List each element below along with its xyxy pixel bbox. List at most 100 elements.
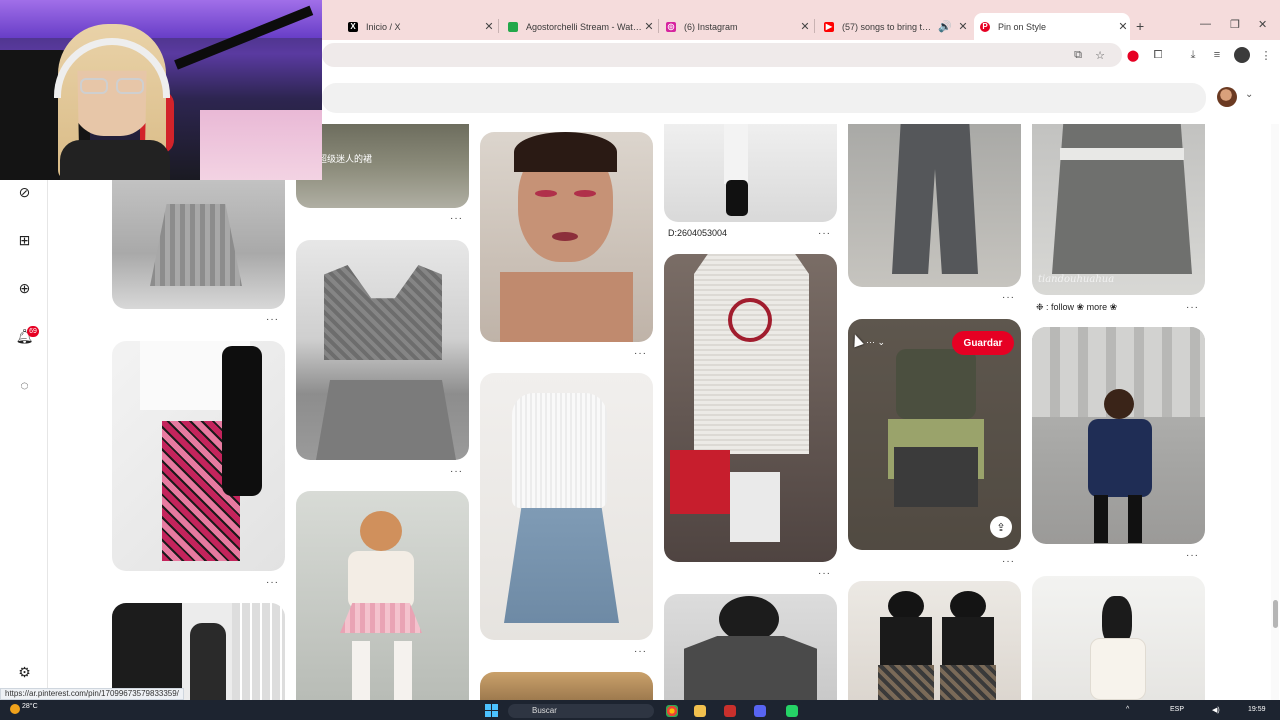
pin-platform-shoes[interactable]: [664, 124, 837, 222]
pin-street-outfit[interactable]: [112, 603, 285, 700]
speaker-icon[interactable]: 🔊: [934, 20, 956, 33]
obs-app-icon[interactable]: [724, 705, 736, 717]
pin-more-options-icon[interactable]: ···: [634, 646, 647, 657]
settings-gear-icon[interactable]: ⚙: [16, 664, 33, 681]
browser-menu-icon[interactable]: ⋮: [1258, 47, 1274, 63]
close-icon[interactable]: ✕: [642, 20, 656, 33]
pinterest-search-input[interactable]: [322, 83, 1206, 113]
messages-icon[interactable]: ◌: [16, 376, 33, 393]
pin-makeup-portrait[interactable]: [480, 132, 653, 342]
pin-plaid-dress[interactable]: [112, 341, 285, 571]
close-icon[interactable]: ✕: [956, 20, 970, 33]
close-icon[interactable]: ✕: [798, 20, 812, 33]
pin-more-options-icon[interactable]: ···: [266, 314, 279, 325]
pinterest-icon: P: [980, 21, 990, 32]
pin-more-options-icon[interactable]: ···: [1186, 302, 1199, 313]
tab-pinterest[interactable]: P Pin on Style ✕: [974, 13, 1130, 40]
windows-start-icon[interactable]: [485, 704, 498, 717]
screen: X Inicio / X ✕ Agostorchelli Stream - Wa…: [0, 0, 1280, 720]
pin-more-options-icon[interactable]: ···: [634, 348, 647, 359]
chevron-down-icon[interactable]: ⌄: [1245, 89, 1253, 100]
notification-badge: 69: [27, 326, 39, 337]
red-bag: [670, 450, 730, 514]
board-select-dropdown[interactable]: ··· ⌄: [866, 337, 885, 348]
address-bar[interactable]: [322, 43, 1122, 67]
pin-partial[interactable]: [480, 672, 653, 700]
stream-icon: [508, 21, 518, 32]
pin-more-options-icon[interactable]: ···: [818, 228, 831, 239]
pin-more-options-icon[interactable]: ···: [450, 466, 463, 477]
shirt: [60, 140, 170, 180]
boards-icon[interactable]: ⊞: [16, 232, 33, 249]
x-logo-icon: X: [348, 21, 358, 32]
tab-stream[interactable]: Agostorchelli Stream - Watch l ✕: [502, 13, 656, 40]
pin-more-options-icon[interactable]: ···: [1186, 550, 1199, 561]
pleated-skirt-shape: [150, 204, 242, 286]
save-pin-button[interactable]: Guardar: [952, 331, 1014, 355]
pin-caption: ❉ : follow ❀ more ❀: [1036, 302, 1118, 312]
pin-grey-blazer[interactable]: [664, 594, 837, 700]
pin-knit-tank[interactable]: [664, 254, 837, 562]
weather-temperature[interactable]: 28°C: [22, 703, 38, 710]
streamer-webcam-overlay: [0, 0, 322, 180]
share-upload-icon[interactable]: ⇪: [990, 516, 1012, 538]
volume-icon[interactable]: ◀): [1212, 706, 1220, 714]
tab-youtube[interactable]: ▶ (57) songs to bring the bac 🔊 ✕: [818, 13, 970, 40]
link-status-bar: https://ar.pinterest.com/pin/17099673579…: [0, 688, 184, 700]
pin-knit-vest[interactable]: [296, 240, 469, 460]
explore-compass-icon[interactable]: ⊘: [16, 184, 33, 201]
navy-blazer-shape: [1088, 419, 1152, 497]
new-tab-button[interactable]: +: [1136, 18, 1144, 34]
user-avatar[interactable]: [1217, 87, 1237, 107]
input-language[interactable]: ESP: [1170, 706, 1184, 713]
whatsapp-app-icon[interactable]: [786, 705, 798, 717]
tray-chevron-icon[interactable]: ^: [1126, 706, 1129, 713]
pin-navy-blazer[interactable]: [1032, 327, 1205, 544]
install-app-icon[interactable]: ⧉: [1070, 47, 1086, 63]
pin-caption: D:2604053004: [668, 228, 728, 238]
belt-shape: [1060, 148, 1184, 160]
white-knit-top: [512, 393, 607, 508]
discord-app-icon[interactable]: [754, 705, 766, 717]
browser-profile-icon[interactable]: [1234, 47, 1250, 63]
scrollbar-thumb[interactable]: [1273, 600, 1278, 628]
extensions-icon[interactable]: ⧠: [1150, 47, 1166, 63]
tab-x[interactable]: X Inicio / X ✕: [342, 13, 496, 40]
file-explorer-icon[interactable]: [694, 705, 706, 717]
close-icon[interactable]: ✕: [482, 20, 496, 33]
pin-grey-belted-dress[interactable]: tiandouhuahua: [1032, 124, 1205, 295]
close-icon[interactable]: ✕: [1116, 20, 1130, 33]
pin-grey-flare-pants[interactable]: [848, 124, 1021, 287]
media-control-icon[interactable]: ≡: [1209, 47, 1225, 63]
pin-pink-pleated-skirt[interactable]: [296, 491, 469, 700]
knit-vest-shape: [324, 265, 442, 360]
pin-blue-skirt[interactable]: [480, 373, 653, 640]
blue-skirt-shape: [504, 508, 619, 623]
restore-button[interactable]: ❐: [1230, 18, 1240, 31]
pin-more-options-icon[interactable]: ···: [1002, 556, 1015, 567]
logo-badge: [728, 298, 772, 342]
weather-icon[interactable]: [10, 704, 20, 714]
clock[interactable]: 19:59: [1248, 706, 1266, 713]
pin-plaid-skirt-duo[interactable]: [848, 581, 1021, 700]
adblock-icon[interactable]: ⬤: [1125, 47, 1141, 63]
bookmark-star-icon[interactable]: ☆: [1092, 47, 1108, 63]
minimize-button[interactable]: —: [1200, 18, 1211, 30]
pin-white-sweater[interactable]: [1032, 576, 1205, 700]
plush-shelf: [200, 110, 322, 180]
instagram-icon: ◎: [666, 21, 676, 32]
create-icon[interactable]: ⊕: [16, 280, 33, 297]
pin-more-options-icon[interactable]: ···: [450, 213, 463, 224]
tab-instagram[interactable]: ◎ (6) Instagram ✕: [660, 13, 812, 40]
window-close-button[interactable]: ✕: [1258, 18, 1267, 31]
glasses-left: [80, 78, 108, 94]
pin-more-options-icon[interactable]: ···: [266, 577, 279, 588]
pin-more-options-icon[interactable]: ···: [818, 568, 831, 579]
taskbar-search-input[interactable]: Buscar: [508, 704, 654, 718]
download-icon[interactable]: ⤓: [1185, 47, 1201, 63]
youtube-icon: ▶: [824, 21, 834, 32]
hair-shape: [222, 346, 262, 496]
chrome-app-icon[interactable]: [666, 705, 678, 717]
pin-more-options-icon[interactable]: ···: [1002, 292, 1015, 303]
white-knit-tank: [694, 254, 809, 454]
